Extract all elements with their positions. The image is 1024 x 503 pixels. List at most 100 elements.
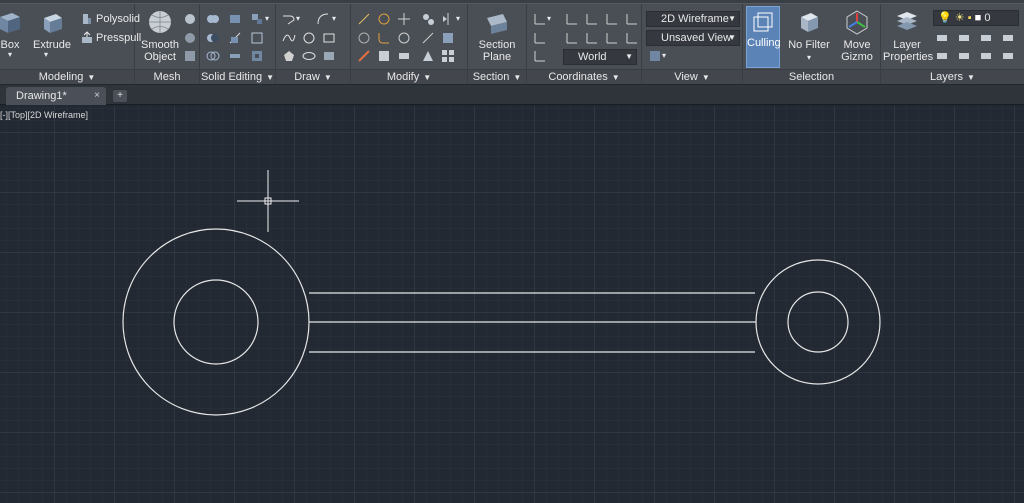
large-outer-circle[interactable]	[122, 228, 310, 416]
array-icon[interactable]	[421, 31, 435, 45]
panel-title-layers[interactable]: Layers ▼	[881, 69, 1024, 84]
panel-title-coordinates[interactable]: Coordinates ▼	[527, 69, 641, 84]
mesh-smooth-more-icon[interactable]	[183, 31, 197, 45]
layer-select[interactable]: 💡 ☀ ▪ ■ 0	[933, 10, 1019, 26]
layer-unlock-icon[interactable]	[979, 49, 993, 63]
box-button[interactable]: Box	[0, 8, 28, 66]
move-gizmo-button[interactable]: Move Gizmo	[836, 8, 878, 66]
ellipse-icon[interactable]	[302, 49, 316, 63]
polysolid-label[interactable]: Polysolid	[96, 12, 140, 26]
presspull-icon[interactable]	[80, 31, 94, 45]
saved-view-select[interactable]: Unsaved View ▼	[646, 30, 740, 46]
panel-title-modify[interactable]: Modify ▼	[351, 69, 467, 84]
layer-properties-button[interactable]: Layer Properties	[883, 8, 933, 66]
extrude-dropdown-icon[interactable]: ▾	[44, 48, 48, 62]
layer-off-icon[interactable]	[935, 49, 949, 63]
arc-dropdown-icon[interactable]: ▾	[332, 12, 336, 26]
drawing-viewport[interactable]: [-][Top][2D Wireframe]	[0, 106, 1024, 503]
trim-icon[interactable]	[397, 12, 411, 26]
hatch-icon[interactable]	[322, 49, 336, 63]
mesh-refine-icon[interactable]	[183, 49, 197, 63]
viewport-dropdown-icon[interactable]: ▾	[662, 49, 666, 63]
explode-icon[interactable]	[441, 31, 455, 45]
layer-freeze-icon[interactable]	[1001, 31, 1015, 45]
scale-icon[interactable]	[377, 49, 391, 63]
ucs-object-icon[interactable]	[585, 31, 599, 45]
ucs-y-icon[interactable]	[585, 12, 599, 26]
viewport-config-icon[interactable]	[648, 49, 662, 63]
culling-button[interactable]: Culling	[746, 6, 781, 68]
rotate-icon[interactable]	[377, 12, 391, 26]
interfere-icon[interactable]	[228, 12, 242, 26]
layer-isolate-icon[interactable]	[979, 31, 993, 45]
mirror3d-icon[interactable]	[357, 31, 371, 45]
polyline-icon[interactable]	[282, 12, 296, 26]
solid-edit-dropdown-icon[interactable]: ▾	[265, 12, 269, 26]
thicken-icon[interactable]	[228, 49, 242, 63]
polyline-dropdown-icon[interactable]: ▾	[296, 12, 300, 26]
large-inner-circle[interactable]	[173, 279, 259, 365]
subtract-icon[interactable]	[206, 31, 220, 45]
separate-icon[interactable]	[250, 12, 264, 26]
no-filter-button[interactable]: No Filter ▾	[786, 8, 832, 66]
spline-icon[interactable]	[282, 31, 296, 45]
copy-icon[interactable]	[421, 12, 435, 26]
close-icon[interactable]: ×	[94, 87, 100, 105]
intersect-icon[interactable]	[206, 49, 220, 63]
ucs-x-icon[interactable]	[565, 12, 579, 26]
small-inner-circle[interactable]	[787, 291, 849, 353]
stretch-icon[interactable]	[397, 49, 411, 63]
ucs-3point-icon[interactable]	[625, 31, 639, 45]
panel-title-selection[interactable]: Selection	[743, 69, 880, 84]
panel-title-mesh[interactable]: Mesh	[135, 69, 199, 84]
ucs-origin-icon[interactable]	[625, 12, 639, 26]
ucs-world-select[interactable]: World ▼	[563, 49, 637, 65]
ucs-face-icon[interactable]	[605, 31, 619, 45]
ucs-dropdown-icon[interactable]: ▾	[547, 12, 551, 26]
union-icon[interactable]	[206, 12, 220, 26]
offset-icon[interactable]	[397, 31, 411, 45]
panel-title-view[interactable]: View ▼	[642, 69, 742, 84]
panel-title-solid-editing[interactable]: Solid Editing ▼	[200, 69, 275, 84]
circle-icon[interactable]	[302, 31, 316, 45]
mesh-box-icon[interactable]	[183, 12, 197, 26]
extrude-button[interactable]: Extrude	[32, 8, 72, 66]
culling-label: Culling	[747, 37, 781, 49]
ucs-z-icon[interactable]	[605, 12, 619, 26]
grid-array-icon[interactable]	[441, 49, 455, 63]
modify-dropdown-icon[interactable]: ▾	[456, 12, 460, 26]
layer-lock-icon[interactable]	[957, 49, 971, 63]
layer-match-icon[interactable]	[935, 31, 949, 45]
fillet-icon[interactable]	[377, 31, 391, 45]
small-outer-circle[interactable]	[755, 259, 881, 385]
layer-previous-icon[interactable]	[957, 31, 971, 45]
visual-style-select[interactable]: 2D Wireframe ▼	[646, 11, 740, 27]
drawing-canvas[interactable]	[0, 106, 1024, 503]
align-icon[interactable]	[421, 49, 435, 63]
new-tab-button[interactable]: +	[113, 90, 127, 102]
layer-walk-icon[interactable]	[1001, 49, 1015, 63]
modeling-dropdown-icon[interactable]: ▾	[8, 48, 12, 62]
tab-drawing1[interactable]: Drawing1* ×	[6, 87, 106, 105]
polygon-icon[interactable]	[282, 49, 296, 63]
slice-icon[interactable]	[228, 31, 242, 45]
ucs-view-icon[interactable]	[565, 31, 579, 45]
ucs-icon-toggle[interactable]	[533, 49, 547, 63]
section-plane-button[interactable]: Section Plane	[474, 8, 520, 66]
panel-title-modeling[interactable]: Modeling ▼	[0, 69, 134, 84]
polysolid-icon[interactable]	[80, 12, 94, 26]
extract-edges-icon[interactable]	[250, 31, 264, 45]
panel-title-draw[interactable]: Draw ▼	[276, 69, 350, 84]
shell-icon[interactable]	[250, 49, 264, 63]
move-icon[interactable]	[357, 12, 371, 26]
color-swatch-icon: ■	[974, 12, 982, 24]
mirror-icon[interactable]	[441, 12, 455, 26]
rectangle-icon[interactable]	[322, 31, 336, 45]
ucs-world-icon[interactable]	[533, 31, 547, 45]
ucs-icon[interactable]	[533, 12, 547, 26]
pencil-icon[interactable]	[357, 49, 371, 63]
smooth-object-button[interactable]: Smooth Object	[139, 8, 181, 66]
panel-title-section[interactable]: Section ▼	[468, 69, 526, 84]
smooth-label-2: Object	[144, 51, 176, 63]
arc-icon[interactable]	[316, 12, 330, 26]
